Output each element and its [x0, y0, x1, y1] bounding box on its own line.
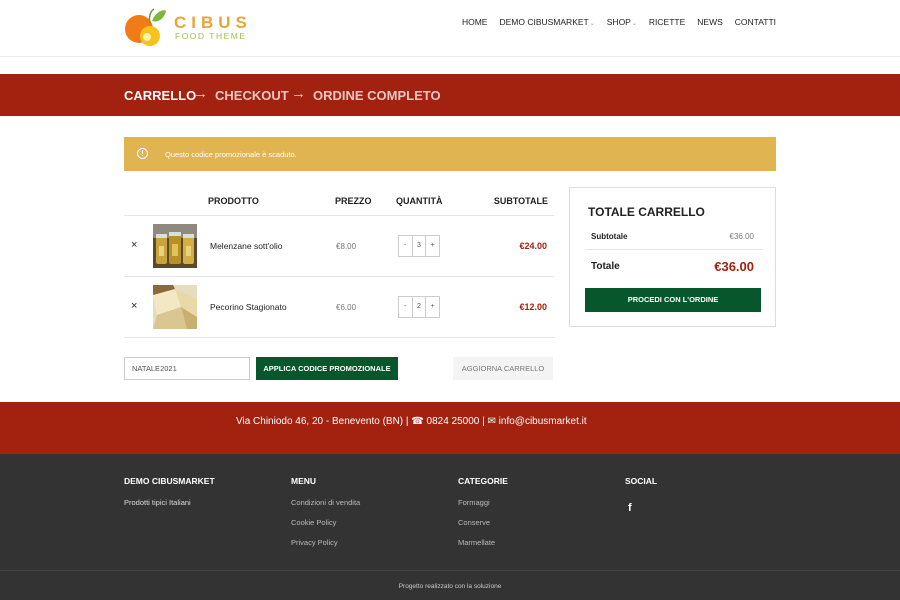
header-subtotal: SUBTOTALE	[493, 196, 548, 206]
qty-minus-button[interactable]: -	[399, 236, 412, 256]
product-name-link[interactable]: Pecorino Stagionato	[210, 302, 287, 312]
logo-subtitle: FOOD THEME	[175, 31, 247, 41]
info-icon: !	[137, 148, 148, 159]
product-price: €8.00	[336, 242, 357, 251]
totals-title: TOTALE CARRELLO	[588, 205, 705, 219]
footer-heading: DEMO CIBUSMARKET	[124, 476, 215, 486]
total-label: Totale	[591, 261, 620, 272]
fruit-logo-icon	[125, 8, 166, 46]
chevron-down-icon: ⌄	[589, 21, 595, 27]
footer-column-menu: MENU Condizioni di vendita Cookie Policy…	[291, 476, 360, 558]
logo-text: CIBUS	[174, 13, 252, 32]
nav-news[interactable]: NEWS	[697, 17, 723, 27]
footer-link-cookie[interactable]: Cookie Policy	[291, 518, 360, 527]
nav-shop[interactable]: SHOP⌄	[607, 17, 637, 27]
chevron-down-icon: ⌄	[631, 21, 637, 27]
header-product: PRODOTTO	[208, 196, 259, 206]
footer-link-marmellate[interactable]: Marmellate	[458, 538, 508, 547]
step-checkout[interactable]: CHECKOUT	[215, 88, 289, 103]
divider	[585, 249, 762, 250]
qty-input[interactable]: 3	[411, 236, 427, 256]
remove-item-button[interactable]: ×	[131, 300, 137, 312]
footer-link-condizioni[interactable]: Condizioni di vendita	[291, 498, 360, 507]
footer-heading: MENU	[291, 476, 317, 486]
product-thumbnail-pecorino[interactable]	[153, 285, 197, 329]
arrow-right-icon: →	[193, 85, 208, 102]
footer-text: Prodotti tipici Italiani	[124, 498, 191, 507]
product-thumbnail-melenzane[interactable]	[153, 224, 197, 268]
nav-demo-cibusmarket[interactable]: DEMO CIBUSMARKET⌄	[499, 17, 594, 27]
subtotal-label: Subtotale	[591, 232, 628, 241]
qty-plus-button[interactable]: +	[426, 297, 439, 317]
update-cart-button[interactable]: AGGIORNA CARRELLO	[453, 357, 553, 380]
header-price: PREZZO	[335, 196, 372, 206]
footer-link-conserve[interactable]: Conserve	[458, 518, 508, 527]
notice-text: Questo codice promozionale è scaduto.	[165, 150, 297, 159]
footer-link-privacy[interactable]: Privacy Policy	[291, 538, 360, 547]
remove-item-button[interactable]: ×	[131, 239, 137, 251]
qty-minus-button[interactable]: -	[399, 297, 412, 317]
site-footer: DEMO CIBUSMARKET Prodotti tipici Italian…	[0, 454, 900, 600]
facebook-icon[interactable]: f	[628, 502, 632, 514]
cart-totals: TOTALE CARRELLO Subtotale €36.00 Totale …	[569, 187, 776, 327]
divider	[124, 337, 554, 338]
qty-plus-button[interactable]: +	[426, 236, 439, 256]
footer-link-formaggi[interactable]: Formaggi	[458, 498, 508, 507]
contact-info: Via Chiniodo 46, 20 - Benevento (BN) | ☎…	[236, 416, 587, 427]
footer-credit: Progetto realizzato con la soluzione	[398, 583, 502, 590]
header-quantity: QUANTITÀ	[396, 196, 443, 206]
nav-contatti[interactable]: CONTATTI	[735, 17, 776, 27]
site-logo[interactable]: CIBUS FOOD THEME	[124, 5, 254, 47]
product-price: €6.00	[336, 303, 357, 312]
coupon-expired-notice: ! Questo codice promozionale è scaduto.	[124, 137, 776, 171]
qty-input[interactable]: 2	[411, 297, 427, 317]
contact-band: Via Chiniodo 46, 20 - Benevento (BN) | ☎…	[0, 402, 900, 454]
divider	[0, 570, 900, 571]
divider	[124, 215, 554, 216]
divider	[124, 276, 554, 277]
subtotal-value: €36.00	[729, 232, 754, 241]
arrow-right-icon: →	[291, 85, 306, 102]
apply-coupon-button[interactable]: APPLICA CODICE PROMOZIONALE	[256, 357, 398, 380]
footer-heading: CATEGORIE	[458, 476, 508, 486]
product-subtotal: €24.00	[519, 241, 547, 251]
footer-column-demo: DEMO CIBUSMARKET Prodotti tipici Italian…	[124, 476, 215, 518]
quantity-stepper: - 3 +	[398, 235, 440, 257]
product-name-link[interactable]: Melenzane sott'olio	[210, 241, 283, 251]
quantity-stepper: - 2 +	[398, 296, 440, 318]
coupon-code-input[interactable]	[124, 357, 250, 380]
footer-column-categorie: CATEGORIE Formaggi Conserve Marmellate	[458, 476, 508, 558]
main-nav: HOME DEMO CIBUSMARKET⌄ SHOP⌄ RICETTE NEW…	[450, 17, 776, 27]
total-value: €36.00	[714, 259, 754, 274]
nav-home[interactable]: HOME	[462, 17, 488, 27]
product-subtotal: €12.00	[519, 302, 547, 312]
step-order-complete: ORDINE COMPLETO	[313, 88, 441, 103]
footer-heading: SOCIAL	[625, 476, 658, 486]
footer-column-social: SOCIAL f	[625, 476, 657, 516]
proceed-to-checkout-button[interactable]: PROCEDI CON L'ORDINE	[585, 288, 761, 312]
site-header: CIBUS FOOD THEME HOME DEMO CIBUSMARKET⌄ …	[0, 0, 900, 57]
checkout-steps: CARRELLO → CHECKOUT → ORDINE COMPLETO	[0, 74, 900, 116]
nav-ricette[interactable]: RICETTE	[649, 17, 685, 27]
step-cart[interactable]: CARRELLO	[124, 88, 196, 103]
